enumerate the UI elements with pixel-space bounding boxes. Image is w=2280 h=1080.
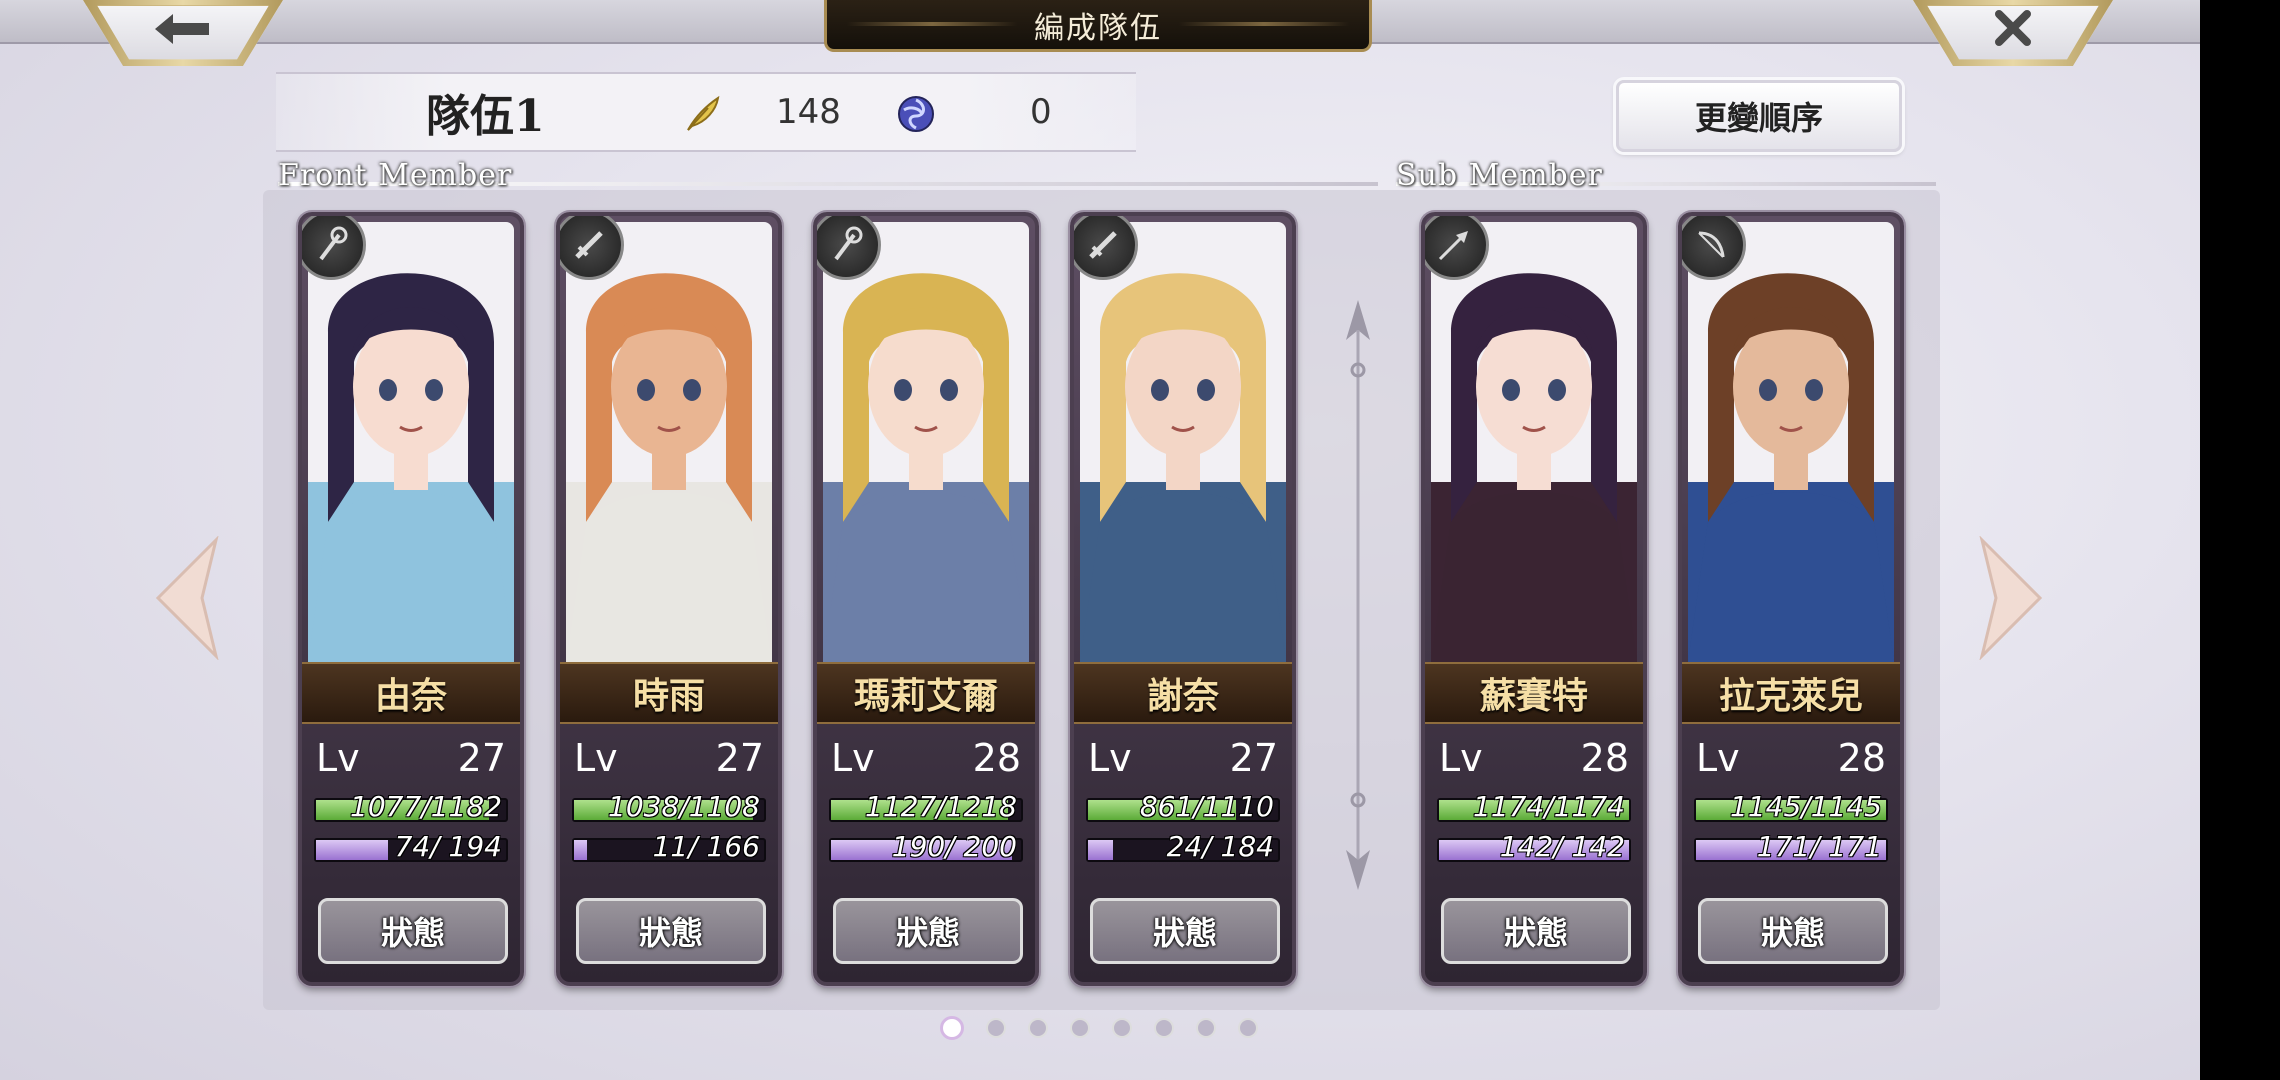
party-info-bar: 隊伍1 148 0: [276, 72, 1136, 152]
hp-bar: 1127/1218: [829, 790, 1023, 823]
level-row: Lv 27: [316, 736, 506, 786]
mp-text: 171/ 171: [1756, 830, 1882, 863]
character-portrait[interactable]: [1688, 222, 1894, 662]
character-portrait[interactable]: [1431, 222, 1637, 662]
mp-bar: 171/ 171: [1694, 830, 1888, 863]
page-dot[interactable]: [1070, 1018, 1090, 1038]
level-label: Lv: [1439, 736, 1483, 780]
character-portrait[interactable]: [308, 222, 514, 662]
level-row: Lv 27: [574, 736, 764, 786]
member-card[interactable]: 時雨 Lv 27 1038/1108 11/ 166 狀態: [556, 212, 782, 986]
front-member-label: Front Member: [278, 158, 513, 193]
hp-text: 1127/1218: [865, 790, 1017, 823]
level-row: Lv 28: [1696, 736, 1886, 786]
feather-count: 148: [776, 92, 841, 132]
mp-bar-fill: [574, 840, 588, 860]
status-button[interactable]: 狀態: [1441, 898, 1631, 964]
page-dot[interactable]: [1196, 1018, 1216, 1038]
sub-member-label: Sub Member: [1396, 158, 1603, 193]
mp-bar-fill: [1088, 840, 1113, 860]
arrow-left-icon: [153, 10, 213, 56]
prev-page-arrow-icon[interactable]: [154, 536, 220, 660]
member-card[interactable]: 拉克萊兒 Lv 28 1145/1145 171/ 171 狀態: [1678, 212, 1904, 986]
level-label: Lv: [831, 736, 875, 780]
feather-icon: [687, 95, 720, 131]
member-card[interactable]: 由奈 Lv 27 1077/1182 74/ 194 狀態: [298, 212, 524, 986]
member-card[interactable]: 蘇賽特 Lv 28 1174/1174 142/ 142 狀態: [1421, 212, 1647, 986]
screen-title: 編成隊伍: [1034, 10, 1162, 46]
hp-bar: 1038/1108: [572, 790, 766, 823]
mp-text: 74/ 194: [394, 830, 502, 863]
level-row: Lv 28: [1439, 736, 1629, 786]
page-dot[interactable]: [1028, 1018, 1048, 1038]
status-button[interactable]: 狀態: [1090, 898, 1280, 964]
mp-bar: 11/ 166: [572, 830, 766, 863]
status-button[interactable]: 狀態: [1698, 898, 1888, 964]
level-row: Lv 27: [1088, 736, 1278, 786]
mp-bar: 74/ 194: [314, 830, 508, 863]
character-portrait[interactable]: [1080, 222, 1286, 662]
mp-text: 11/ 166: [652, 830, 760, 863]
party-name: 隊伍1: [426, 91, 545, 142]
page-dot[interactable]: [940, 1016, 964, 1040]
page-indicator: [940, 1016, 1260, 1040]
member-name: 由奈: [302, 662, 520, 724]
mp-text: 142/ 142: [1499, 830, 1625, 863]
page-dot[interactable]: [986, 1018, 1006, 1038]
mp-text: 24/ 184: [1166, 830, 1274, 863]
party-formation-screen: 編成隊伍 隊伍1 148 0 更變順序 Front Member Sub Mem…: [0, 0, 2200, 1080]
level-value: 27: [1229, 736, 1278, 780]
orb-count: 0: [1030, 92, 1052, 132]
title-ornament-right: [1179, 22, 1349, 26]
level-label: Lv: [1696, 736, 1740, 780]
member-name: 蘇賽特: [1425, 662, 1643, 724]
level-value: 27: [715, 736, 764, 780]
mp-bar: 190/ 200: [829, 830, 1023, 863]
member-name: 謝奈: [1074, 662, 1292, 724]
member-card[interactable]: 瑪莉艾爾 Lv 28 1127/1218 190/ 200 狀態: [813, 212, 1039, 986]
hp-bar: 1077/1182: [314, 790, 508, 823]
character-portrait[interactable]: [823, 222, 1029, 662]
level-row: Lv 28: [831, 736, 1021, 786]
level-value: 28: [1837, 736, 1886, 780]
orb-icon: [898, 96, 934, 132]
title-ornament-left: [847, 22, 1017, 26]
hp-text: 1077/1182: [350, 790, 502, 823]
hp-bar: 1145/1145: [1694, 790, 1888, 823]
front-sub-divider: [1346, 300, 1370, 890]
status-button[interactable]: 狀態: [318, 898, 508, 964]
member-name: 時雨: [560, 662, 778, 724]
level-label: Lv: [316, 736, 360, 780]
close-x-icon: [1993, 8, 2033, 58]
member-name: 拉克萊兒: [1682, 662, 1900, 724]
back-button[interactable]: [83, 0, 283, 66]
mp-bar: 24/ 184: [1086, 830, 1280, 863]
mp-bar-fill: [316, 840, 389, 860]
level-label: Lv: [1088, 736, 1132, 780]
screen-title-bar: 編成隊伍: [824, 0, 1372, 52]
hp-text: 1038/1108: [608, 790, 760, 823]
page-dot[interactable]: [1154, 1018, 1174, 1038]
level-value: 27: [457, 736, 506, 780]
hp-text: 1145/1145: [1730, 790, 1882, 823]
member-card[interactable]: 謝奈 Lv 27 861/1110 24/ 184 狀態: [1070, 212, 1296, 986]
mp-bar: 142/ 142: [1437, 830, 1631, 863]
character-portrait[interactable]: [566, 222, 772, 662]
hp-bar: 861/1110: [1086, 790, 1280, 823]
reorder-button[interactable]: 更變順序: [1616, 80, 1902, 152]
next-page-arrow-icon[interactable]: [1978, 536, 2044, 660]
level-value: 28: [972, 736, 1021, 780]
member-name: 瑪莉艾爾: [817, 662, 1035, 724]
page-dot[interactable]: [1112, 1018, 1132, 1038]
status-button[interactable]: 狀態: [576, 898, 766, 964]
status-button[interactable]: 狀態: [833, 898, 1023, 964]
mp-text: 190/ 200: [891, 830, 1017, 863]
level-label: Lv: [574, 736, 618, 780]
hp-text: 1174/1174: [1473, 790, 1625, 823]
hp-bar: 1174/1174: [1437, 790, 1631, 823]
close-button[interactable]: [1913, 0, 2113, 66]
level-value: 28: [1580, 736, 1629, 780]
page-dot[interactable]: [1238, 1018, 1258, 1038]
hp-text: 861/1110: [1139, 790, 1274, 823]
